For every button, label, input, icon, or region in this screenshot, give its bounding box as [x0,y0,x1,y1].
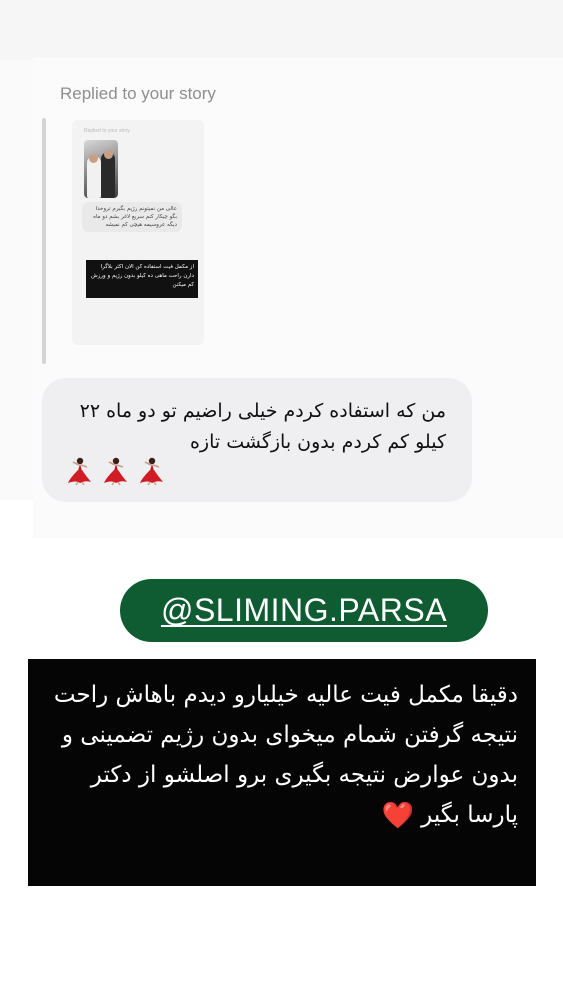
heart-icon: ❤️ [381,800,414,831]
person-head [89,154,98,163]
dancer-emoji-icon [136,456,166,486]
thumbnail-message-bubble: عالی من نمیتونم رژیم بگیرم تروخدا بگو چی… [82,202,182,232]
replied-to-story-label: Replied to your story [60,84,216,103]
thumbnail-caption: Replied to your story [84,128,130,134]
message-text: من که استفاده کردم خیلی راضیم تو دو ماه … [79,400,446,453]
instagram-handle-pill[interactable]: @SLIMING.PARSA [120,579,488,642]
message-bubble[interactable]: من که استفاده کردم خیلی راضیم تو دو ماه … [42,378,472,502]
story-thumbnail[interactable]: Replied to your story عالی من نمیتونم رژ… [72,120,204,345]
emoji-row [64,456,166,486]
promo-text-block: دقیقا مکمل فیت عالیه خیلیارو دیدم باهاش … [28,659,536,886]
top-background [0,0,563,60]
promo-text-body: دقیقا مکمل فیت عالیه خیلیارو دیدم باهاش … [53,682,518,828]
thumbnail-photo [84,140,118,198]
dancer-emoji-icon [64,456,94,486]
left-margin [0,60,33,500]
person-head [104,150,113,159]
reply-indicator-line [42,118,46,364]
instagram-handle-link[interactable]: @SLIMING.PARSA [161,592,447,629]
thumbnail-black-caption: از مکمل فیت استفاده کن الان اکثر بلاگرا … [86,260,198,298]
dancer-emoji-icon [100,456,130,486]
promo-text: دقیقا مکمل فیت عالیه خیلیارو دیدم باهاش … [40,675,518,836]
